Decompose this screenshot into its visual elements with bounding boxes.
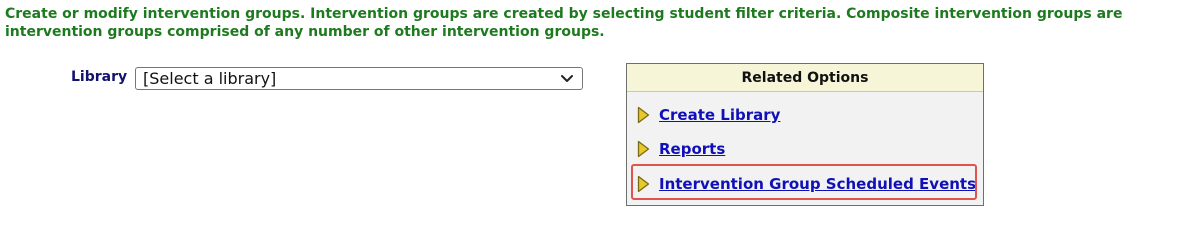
chevron-down-icon [561,75,573,82]
arrow-right-icon [637,140,650,158]
description-line-2: intervention groups comprised of any num… [5,24,605,40]
description-line-1: Create or modify intervention groups. In… [5,6,1123,22]
related-option-intervention-group-scheduled-events: Intervention Group Scheduled Events [637,173,976,195]
reports-link[interactable]: Reports [659,140,725,158]
related-option-create-library: Create Library [637,104,780,126]
library-select[interactable]: [Select a library] [135,67,583,90]
related-options-panel: Related Options Create Library Reports I… [626,63,984,206]
page-description: Create or modify intervention groups. In… [5,5,1197,41]
arrow-right-icon [637,106,650,124]
library-select-value: [Select a library] [143,69,277,88]
related-option-reports: Reports [637,138,725,160]
arrow-right-icon [637,175,650,193]
related-options-title: Related Options [627,64,983,92]
intervention-group-scheduled-events-link[interactable]: Intervention Group Scheduled Events [659,175,976,193]
library-label: Library [71,69,128,85]
create-library-link[interactable]: Create Library [659,106,780,124]
